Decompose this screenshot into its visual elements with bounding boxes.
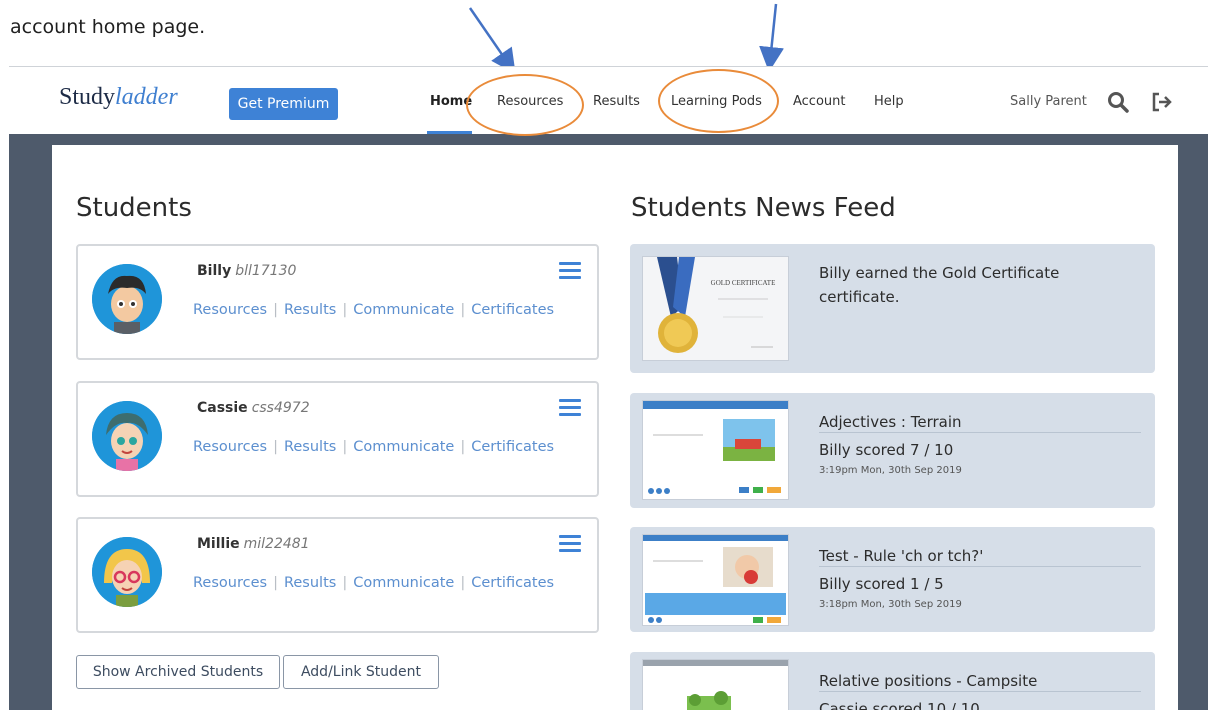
arrow-learning-pods (759, 3, 784, 72)
feed-item-certificate[interactable]: GOLD CERTIFICATE Billy earned the Gold C… (630, 244, 1155, 373)
student-name: Billy bll17130 (197, 263, 297, 279)
feed-item-title: Billy earned the Gold Certificate certif… (819, 264, 1060, 306)
certificate-thumbnail: GOLD CERTIFICATE (642, 256, 789, 361)
show-archived-students-button[interactable]: Show Archived Students (76, 655, 280, 689)
activity-thumbnail (642, 659, 789, 710)
feed-item-ch-tch[interactable]: Test - Rule 'ch or tch?' Billy scored 1 … (630, 527, 1155, 632)
feed-item-score: Cassie scored 10 / 10 (819, 700, 980, 710)
avatar-millie (92, 537, 162, 607)
link-certificates[interactable]: Certificates (471, 575, 554, 591)
link-communicate[interactable]: Communicate (353, 302, 454, 318)
activity-thumbnail (642, 534, 789, 626)
news-feed-title: Students News Feed (631, 193, 896, 223)
hamburger-menu-icon[interactable] (559, 262, 581, 280)
feed-item-adjectives[interactable]: Adjectives : Terrain Billy scored 7 / 10… (630, 393, 1155, 508)
nav-account[interactable]: Account (793, 94, 846, 109)
arrow-resources (468, 7, 516, 75)
student-links: Resources | Results | Communicate | Certificat… (193, 439, 555, 455)
user-name[interactable]: Sally Parent (1010, 94, 1087, 109)
hamburger-menu-icon[interactable] (559, 535, 581, 553)
student-name: Millie mil22481 (197, 536, 310, 552)
student-links: Resources | Results | Communicate | Certificat… (193, 575, 555, 591)
student-name: Cassie css4972 (197, 400, 310, 416)
avatar-billy (92, 264, 162, 334)
feed-item-date: 3:19pm Mon, 30th Sep 2019 (819, 465, 962, 476)
link-communicate[interactable]: Communicate (353, 439, 454, 455)
annotation-circle-learning-pods (658, 69, 779, 133)
annotation-circle-resources (466, 74, 584, 136)
link-certificates[interactable]: Certificates (471, 302, 554, 318)
divider (819, 691, 1141, 692)
feed-item-title: Relative positions - Campsite (819, 672, 1038, 690)
student-card-millie: Millie mil22481 Resources | Results | Communi… (76, 517, 599, 633)
activity-thumbnail (642, 400, 789, 500)
top-navigation-bar: Studyladder Get Premium Home Resources R… (9, 66, 1208, 135)
link-resources[interactable]: Resources (193, 439, 267, 455)
feed-item-score: Billy scored 1 / 5 (819, 575, 944, 593)
link-results[interactable]: Results (284, 575, 336, 591)
student-card-cassie: Cassie css4972 Resources | Results | Communic… (76, 381, 599, 497)
get-premium-button[interactable]: Get Premium (229, 88, 338, 120)
avatar-cassie (92, 401, 162, 471)
nav-results[interactable]: Results (593, 94, 640, 109)
studyladder-logo[interactable]: Studyladder (59, 84, 178, 111)
divider (819, 566, 1141, 567)
link-results[interactable]: Results (284, 439, 336, 455)
link-certificates[interactable]: Certificates (471, 439, 554, 455)
students-title: Students (76, 193, 192, 223)
student-links: Resources | Results | Communicate | Certificat… (193, 302, 555, 318)
link-resources[interactable]: Resources (193, 575, 267, 591)
link-results[interactable]: Results (284, 302, 336, 318)
logout-icon[interactable] (1151, 91, 1173, 113)
add-link-student-button[interactable]: Add/Link Student (283, 655, 439, 689)
nav-help[interactable]: Help (874, 94, 904, 109)
search-icon[interactable] (1107, 91, 1129, 113)
feed-item-relative-positions[interactable]: Relative positions - Campsite Cassie sco… (630, 652, 1155, 710)
caption-text: account home page. (10, 16, 206, 38)
student-card-billy: Billy bll17130 Resources | Results | Communic… (76, 244, 599, 360)
hamburger-menu-icon[interactable] (559, 399, 581, 417)
feed-item-score: Billy scored 7 / 10 (819, 441, 954, 459)
certificate-label: GOLD CERTIFICATE (711, 279, 776, 287)
feed-item-title: Test - Rule 'ch or tch?' (819, 547, 984, 565)
feed-item-title: Adjectives : Terrain (819, 413, 962, 431)
feed-item-date: 3:18pm Mon, 30th Sep 2019 (819, 599, 962, 610)
divider (819, 432, 1141, 433)
link-communicate[interactable]: Communicate (353, 575, 454, 591)
link-resources[interactable]: Resources (193, 302, 267, 318)
